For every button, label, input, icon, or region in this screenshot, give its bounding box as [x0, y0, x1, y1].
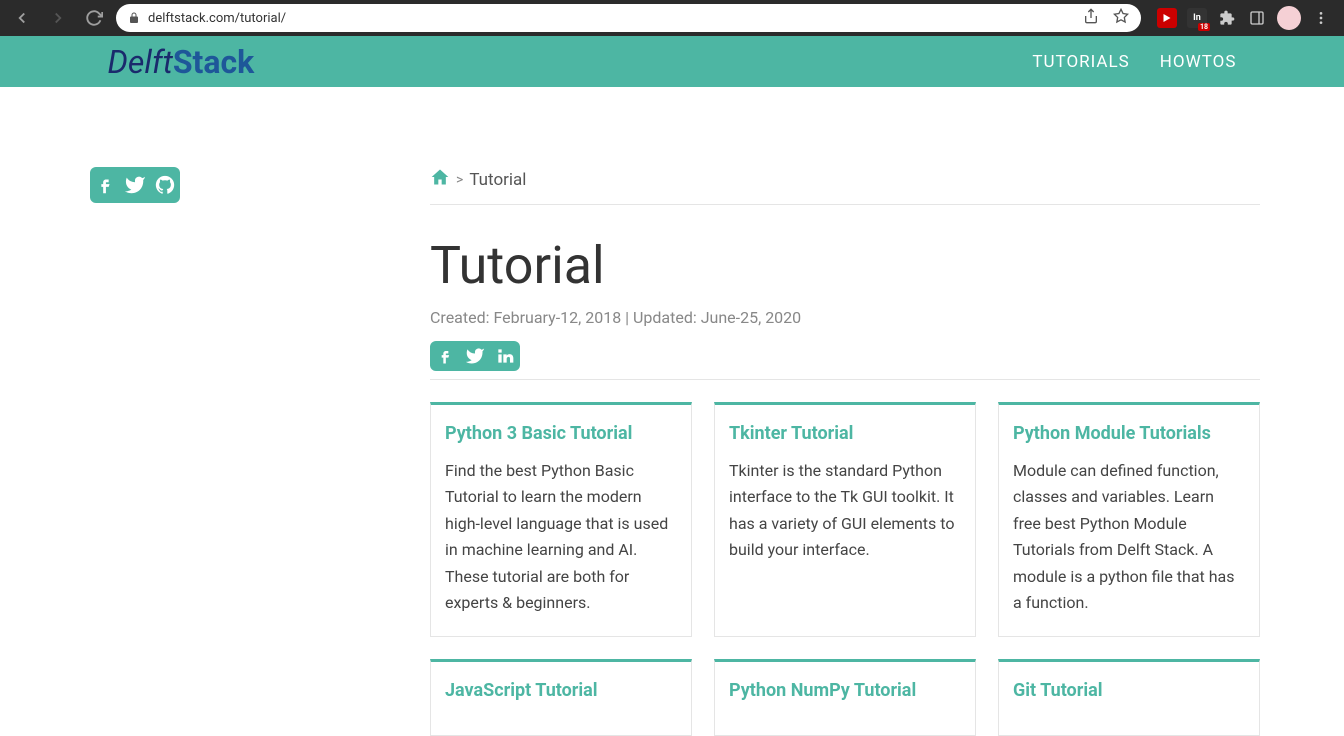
forward-button[interactable]	[44, 4, 72, 32]
breadcrumb: > Tutorial	[430, 167, 1260, 205]
card-title: Python NumPy Tutorial	[729, 680, 961, 701]
divider	[430, 379, 1260, 380]
nav-tutorials[interactable]: TUTORIALS	[1032, 52, 1129, 72]
card-desc: Find the best Python Basic Tutorial to l…	[445, 458, 677, 616]
tutorial-card[interactable]: Git Tutorial	[998, 659, 1260, 736]
tutorial-card[interactable]: Python Module Tutorials Module can defin…	[998, 402, 1260, 637]
main-nav: TUTORIALS HOWTOS	[1032, 52, 1236, 72]
lock-icon	[128, 9, 140, 28]
tutorial-card[interactable]: Python 3 Basic Tutorial Find the best Py…	[430, 402, 692, 637]
page-title: Tutorial	[430, 235, 1260, 296]
extension-icon-1[interactable]	[1157, 8, 1177, 28]
card-desc: Tkinter is the standard Python interface…	[729, 458, 961, 564]
home-icon[interactable]	[430, 167, 450, 192]
bookmark-star-icon[interactable]	[1113, 8, 1129, 28]
share-twitter-icon[interactable]	[460, 341, 490, 371]
tutorial-card[interactable]: Tkinter Tutorial Tkinter is the standard…	[714, 402, 976, 637]
url-text: delftstack.com/tutorial/	[148, 11, 1075, 26]
extension-area: In 18	[1157, 6, 1331, 30]
card-title: Python 3 Basic Tutorial	[445, 423, 677, 444]
browser-toolbar: delftstack.com/tutorial/ In 18	[0, 0, 1344, 36]
cards-grid: Python 3 Basic Tutorial Find the best Py…	[430, 402, 1260, 736]
breadcrumb-separator: >	[456, 172, 463, 188]
twitter-icon[interactable]	[120, 167, 150, 203]
menu-dots-icon[interactable]	[1311, 8, 1331, 28]
reload-button[interactable]	[80, 4, 108, 32]
back-button[interactable]	[8, 4, 36, 32]
card-title: Tkinter Tutorial	[729, 423, 961, 444]
share-linkedin-icon[interactable]	[490, 341, 520, 371]
card-title: JavaScript Tutorial	[445, 680, 677, 701]
share-group	[430, 341, 1260, 371]
card-desc: Module can defined function, classes and…	[1013, 458, 1245, 616]
address-bar[interactable]: delftstack.com/tutorial/	[116, 4, 1141, 32]
extension-badge: 18	[1198, 23, 1210, 31]
facebook-icon[interactable]	[90, 167, 120, 203]
profile-avatar[interactable]	[1277, 6, 1301, 30]
share-facebook-icon[interactable]	[430, 341, 460, 371]
sidebar-social-group	[90, 167, 180, 203]
extensions-puzzle-icon[interactable]	[1217, 8, 1237, 28]
page-dateline: Created: February-12, 2018 | Updated: Ju…	[430, 308, 1260, 327]
tutorial-card[interactable]: Python NumPy Tutorial	[714, 659, 976, 736]
panel-icon[interactable]	[1247, 8, 1267, 28]
tutorial-card[interactable]: JavaScript Tutorial	[430, 659, 692, 736]
share-icon[interactable]	[1083, 8, 1099, 28]
breadcrumb-current: Tutorial	[469, 170, 526, 190]
site-header: DelftStack TUTORIALS HOWTOS	[0, 36, 1344, 87]
extension-icon-2[interactable]: In 18	[1187, 8, 1207, 28]
main-content: > Tutorial Tutorial Created: February-12…	[430, 167, 1260, 736]
github-icon[interactable]	[150, 167, 180, 203]
card-title: Python Module Tutorials	[1013, 423, 1245, 444]
left-sidebar	[90, 167, 180, 736]
site-logo[interactable]: DelftStack	[108, 43, 255, 81]
card-title: Git Tutorial	[1013, 680, 1245, 701]
nav-howtos[interactable]: HOWTOS	[1160, 52, 1237, 72]
